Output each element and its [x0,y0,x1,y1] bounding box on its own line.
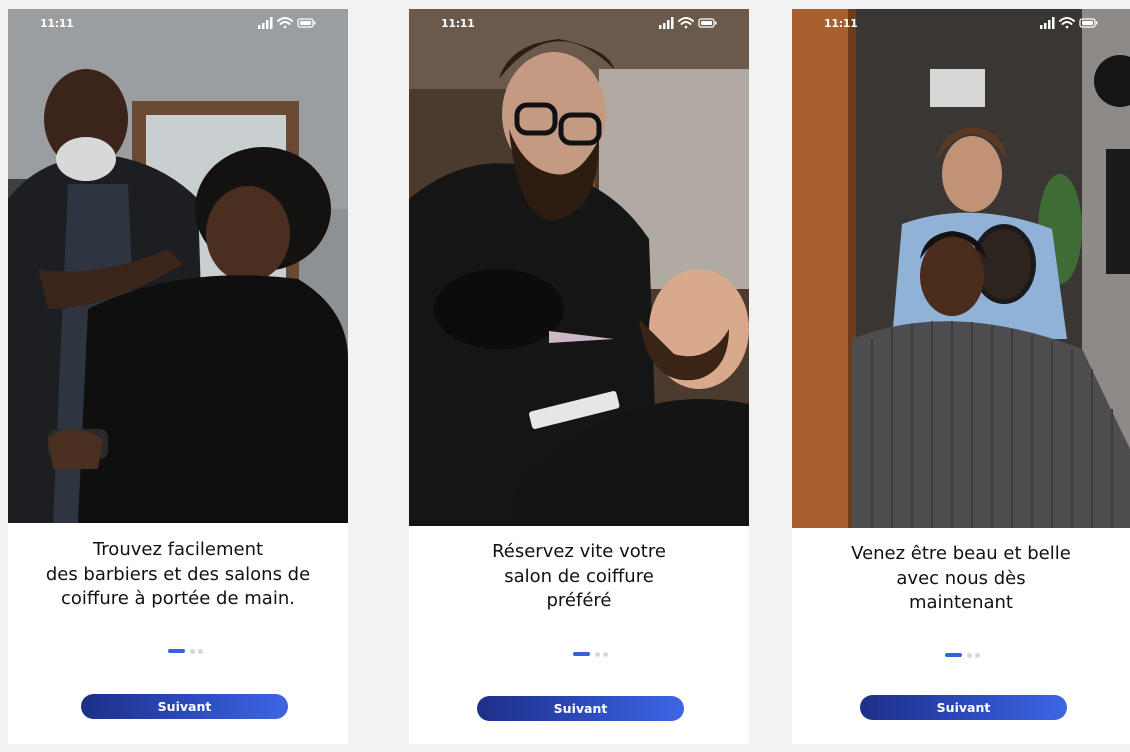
hero-photo-smiling-client [792,9,1130,528]
pagination-dot [603,652,608,657]
status-bar: 11:11 [8,9,348,41]
pagination-dot [190,649,195,654]
onboarding-headline: Réservez vite votre salon de coiffure pr… [492,541,666,611]
pagination-dot-active [945,653,962,657]
signal-icon [1040,17,1055,29]
battery-icon [698,18,717,28]
wifi-icon [678,17,694,29]
onboarding-headline: Trouvez facilement des barbiers et des s… [45,539,311,609]
hero-photo-beard-trim [409,9,749,526]
wifi-icon [1059,17,1075,29]
battery-icon [297,18,316,28]
pagination-dot-active [573,652,590,656]
status-icons [258,16,318,30]
onboarding-screen-2: 11:11 Réservez vite votre salon de coiff… [409,9,749,744]
pagination-dots [409,652,749,658]
signal-icon [258,17,273,29]
onboarding-screen-3: 11:11 Venez être beau et belle avec nous… [792,9,1130,744]
battery-icon [1079,18,1098,28]
status-time: 11:11 [40,17,74,30]
status-bar: 11:11 [409,9,749,41]
onboarding-screen-1: 11:11 Trouvez facilement des barbiers et… [8,9,348,744]
next-button[interactable]: Suivant [81,694,288,719]
status-time: 11:11 [441,17,475,30]
status-icons [659,16,719,30]
signal-icon [659,17,674,29]
next-button[interactable]: Suivant [477,696,684,721]
onboarding-headline: Venez être beau et belle avec nous dès m… [851,543,1071,613]
pagination-dot [595,652,600,657]
pagination-dots [8,649,348,655]
status-time: 11:11 [824,17,858,30]
pagination-dots [792,653,1130,659]
pagination-dot-active [168,649,185,653]
pagination-dot [198,649,203,654]
pagination-dot [967,653,972,658]
pagination-dot [975,653,980,658]
hero-photo-barber-with-client [8,9,348,523]
status-bar: 11:11 [792,9,1130,41]
next-button[interactable]: Suivant [860,695,1067,720]
wifi-icon [277,17,293,29]
status-icons [1040,16,1100,30]
